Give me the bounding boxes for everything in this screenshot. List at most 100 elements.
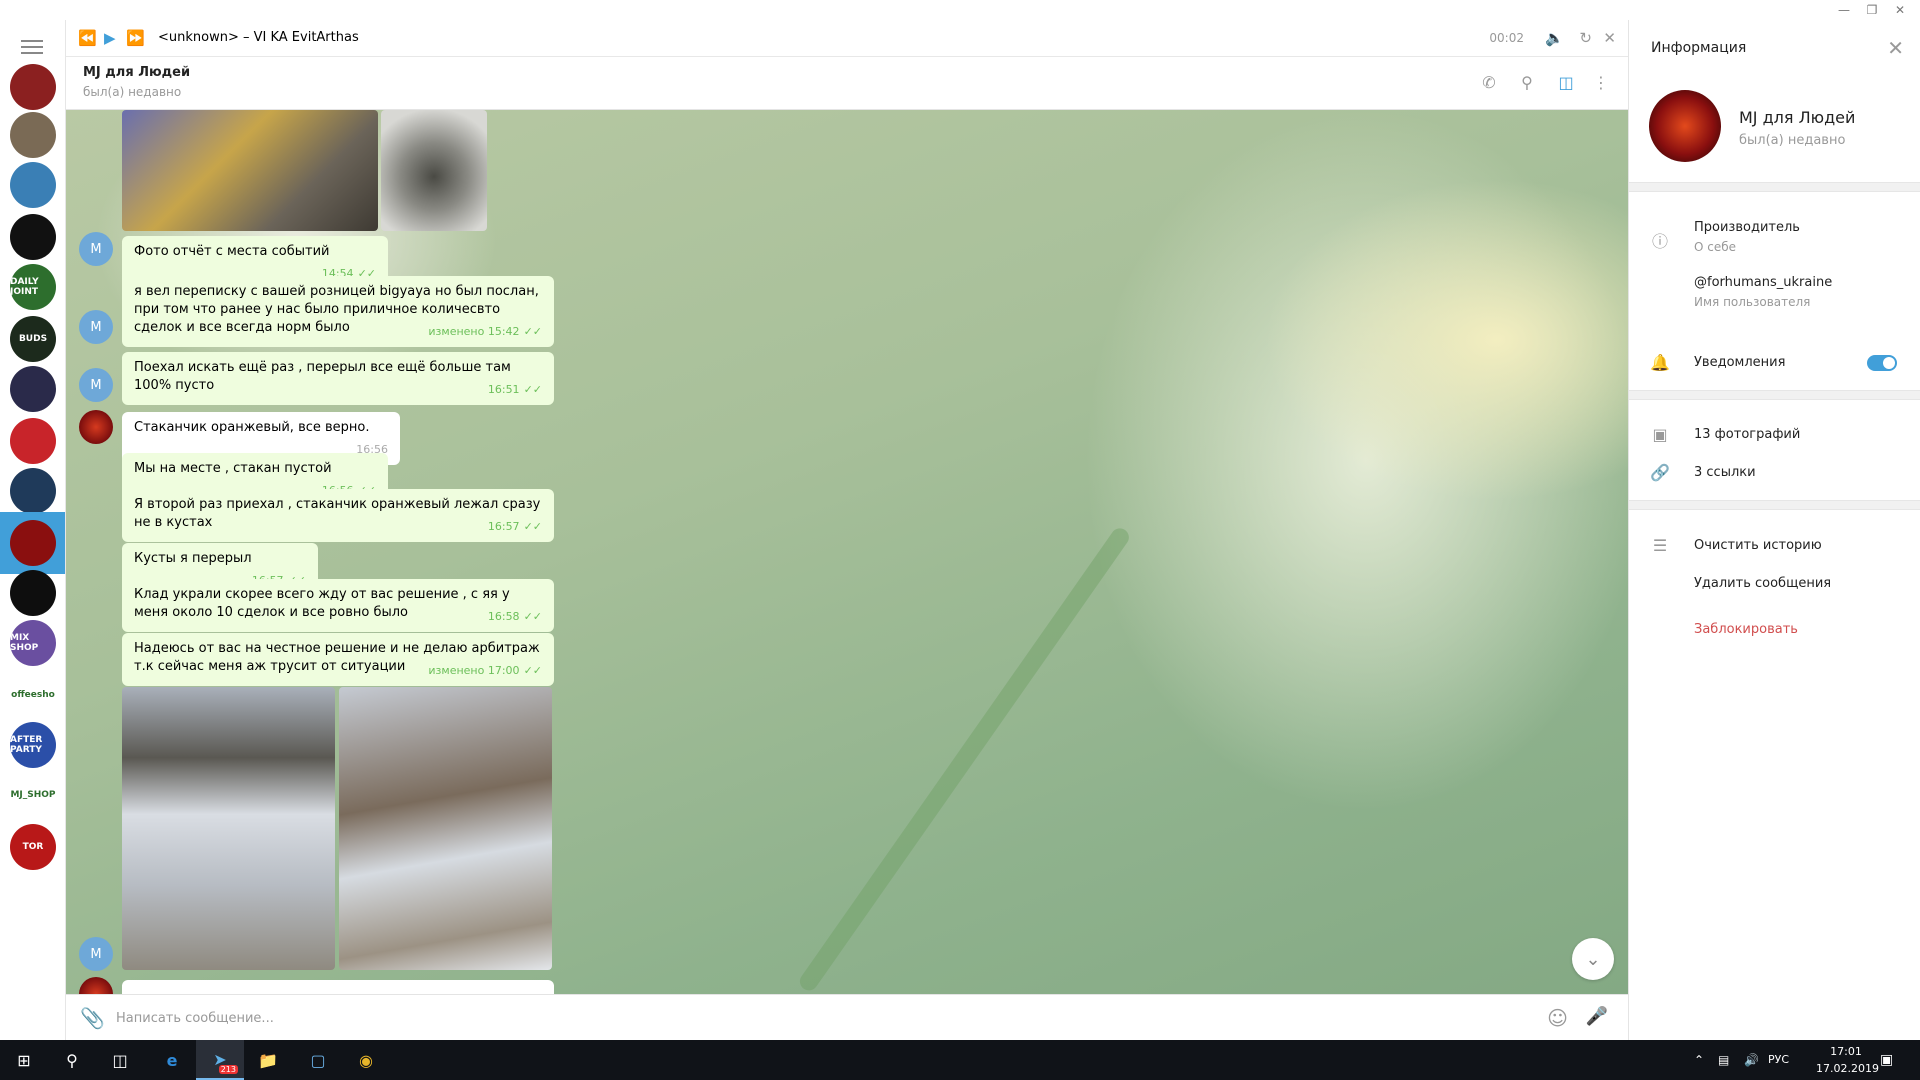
file-explorer-icon[interactable]: 📁	[244, 1040, 292, 1080]
list-icon: ☰	[1652, 536, 1668, 555]
windows-start-icon[interactable]: ⊞	[0, 1040, 48, 1080]
chat-avatar: BUDS	[10, 316, 56, 362]
chat-messages-area: M Фото отчёт с места событий 14:54 ✓✓ M я…	[66, 110, 1628, 994]
message-bubble[interactable]: Клад украли скорее всего жду от вас реше…	[122, 579, 554, 632]
delete-messages-label: Удалить сообщения	[1694, 576, 1832, 591]
about-value: Производитель	[1694, 220, 1800, 235]
chat-avatar: DAILY JOINT	[10, 264, 56, 310]
attach-icon[interactable]: 📎	[80, 1006, 105, 1030]
link-icon: 🔗	[1650, 463, 1670, 482]
volume-icon[interactable]: 🔈	[1545, 29, 1564, 47]
chat-avatar	[10, 418, 56, 464]
telegram-unread-badge: 213	[218, 1065, 238, 1074]
telegram-icon[interactable]: ➤ 213	[196, 1040, 244, 1080]
message-text: Стаканчик оранжевый, все верно.	[134, 420, 370, 435]
window-title-bar: — ❐ ✕	[0, 0, 1920, 20]
message-bubble[interactable]: Поехал искать ещё раз , перерыл все ещё …	[122, 352, 554, 405]
message-input[interactable]	[116, 1005, 1496, 1031]
emoji-icon[interactable]: ☺	[1547, 1006, 1568, 1030]
message-text: Поехал искать ещё раз , перерыл все ещё …	[134, 360, 511, 393]
chat-avatar: offeesho	[10, 672, 56, 718]
chat-avatar	[10, 366, 56, 412]
search-icon[interactable]: ⚲	[1517, 73, 1537, 93]
message-time: изменено 17:00 ✓✓	[428, 664, 542, 677]
clock-time[interactable]: 17:01	[1816, 1045, 1876, 1058]
about-label: О себе	[1694, 240, 1737, 254]
scroll-down-button[interactable]: ⌄	[1572, 938, 1614, 980]
network-icon[interactable]: ▤	[1718, 1053, 1729, 1067]
divider	[1629, 182, 1920, 192]
profile-avatar[interactable]	[1649, 90, 1721, 162]
block-label: Заблокировать	[1694, 622, 1798, 637]
message-bubble[interactable]: я вел переписку с вашей розницей bigyaya…	[122, 276, 554, 347]
message-photo[interactable]	[381, 110, 487, 231]
close-icon[interactable]: ✕	[1887, 36, 1904, 60]
chat-avatar	[10, 468, 56, 514]
chat-avatar	[10, 162, 56, 208]
notifications-icon[interactable]: ▣	[1880, 1052, 1893, 1068]
message-photo[interactable]	[339, 687, 552, 970]
chat-avatar	[10, 214, 56, 260]
next-track-icon[interactable]: ⏩	[126, 29, 145, 47]
user-avatar[interactable]: M	[79, 232, 113, 266]
message-bubble[interactable]: Надеюсь от вас на честное решение и не д…	[122, 633, 554, 686]
repeat-icon[interactable]: ↻	[1579, 29, 1592, 47]
message-time: 16:57✓✓	[487, 520, 542, 533]
audio-player-bar: ⏪ ▶ ⏩ <unknown> – VI KA EvitArthas 00:02…	[66, 20, 1628, 57]
dialogs-sidebar: DAILY JOINT BUDS MIX SHOP offeesho AFTER PAR…	[0, 20, 66, 1040]
menu-icon[interactable]	[21, 40, 43, 56]
minimize-icon[interactable]: —	[1830, 0, 1858, 20]
app-icon[interactable]: ▢	[294, 1040, 342, 1080]
tray-chevron-icon[interactable]: ⌃	[1694, 1053, 1704, 1067]
sidebar-toggle-icon[interactable]: ◫	[1556, 73, 1576, 93]
chat-avatar: AFTER PARTY	[10, 722, 56, 768]
contact-avatar[interactable]	[79, 410, 113, 444]
message-text: Я второй раз приехал , стаканчик оранжев…	[134, 497, 541, 530]
track-title: <unknown> – VI KA EvitArthas	[158, 30, 359, 45]
user-avatar[interactable]: M	[79, 937, 113, 971]
username-label: Имя пользователя	[1694, 295, 1811, 309]
user-avatar[interactable]: M	[79, 310, 113, 344]
message-photo[interactable]	[122, 110, 378, 231]
previous-track-icon[interactable]: ⏪	[78, 29, 97, 47]
message-photo[interactable]	[122, 687, 335, 970]
maximize-icon[interactable]: ❐	[1858, 0, 1886, 20]
close-window-icon[interactable]: ✕	[1886, 0, 1914, 20]
profile-name: MJ для Людей	[1739, 108, 1856, 127]
divider	[1629, 500, 1920, 510]
track-time: 00:02	[1489, 31, 1524, 45]
task-view-icon[interactable]: ◫	[96, 1040, 144, 1080]
play-icon[interactable]: ▶	[104, 29, 116, 47]
edge-browser-icon[interactable]: e	[148, 1040, 196, 1080]
microphone-icon[interactable]: 🎤	[1586, 1006, 1608, 1027]
chat-avatar	[10, 520, 56, 566]
clear-history-label: Очистить историю	[1694, 538, 1822, 553]
user-avatar[interactable]: M	[79, 368, 113, 402]
volume-icon[interactable]: 🔊	[1744, 1053, 1759, 1067]
photo-icon: ▣	[1652, 425, 1668, 444]
more-options-icon[interactable]: ⋮	[1591, 73, 1611, 93]
compose-bar: 📎 ☺ 🎤	[66, 994, 1628, 1040]
notifications-toggle[interactable]	[1867, 355, 1897, 371]
close-player-icon[interactable]: ✕	[1603, 29, 1616, 47]
search-icon[interactable]: ⚲	[48, 1040, 96, 1080]
profile-status: был(а) недавно	[1739, 133, 1846, 148]
chat-avatar	[10, 112, 56, 158]
info-panel: Информация ✕ MJ для Людей был(а) недавно…	[1628, 20, 1920, 1040]
dialog-avatar-item[interactable]: TOR	[0, 816, 65, 878]
contact-avatar[interactable]	[79, 977, 113, 994]
windows-taskbar: ⊞ ⚲ ◫ e ➤ 213 📁 ▢ ◉ ⌃ ▤ 🔊 РУС 17:01 17.0…	[0, 1040, 1920, 1080]
language-indicator[interactable]: РУС	[1768, 1053, 1789, 1066]
message-bubble[interactable]: Я второй раз приехал , стаканчик оранжев…	[122, 489, 554, 542]
message-bubble-partial[interactable]	[122, 980, 554, 994]
chat-header: MJ для Людей был(а) недавно ✆ ⚲ ◫ ⋮	[66, 57, 1628, 110]
chrome-icon[interactable]: ◉	[342, 1040, 390, 1080]
chat-title[interactable]: MJ для Людей	[83, 65, 190, 80]
chat-avatar	[10, 570, 56, 616]
call-icon[interactable]: ✆	[1479, 73, 1499, 93]
bell-icon: 🔔	[1650, 353, 1670, 372]
message-text: Кусты я перерыл	[134, 551, 252, 566]
wallpaper-decoration	[796, 524, 1133, 994]
chevron-down-icon: ⌄	[1585, 948, 1601, 970]
clock-date[interactable]: 17.02.2019	[1816, 1062, 1879, 1075]
